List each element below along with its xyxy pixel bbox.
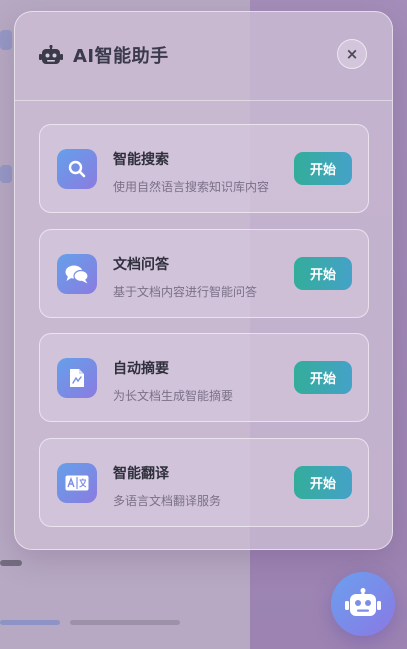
- background-blob: [70, 620, 180, 625]
- search-icon: [68, 160, 86, 178]
- start-button[interactable]: 开始: [294, 152, 352, 185]
- feature-card-search[interactable]: 智能搜索 使用自然语言搜索知识库内容 开始: [39, 124, 369, 213]
- start-button[interactable]: 开始: [294, 257, 352, 290]
- feature-icon-tile: [57, 254, 97, 294]
- feature-description: 多语言文档翻译服务: [113, 494, 222, 508]
- background-blob: [0, 165, 12, 183]
- feature-description: 基于文档内容进行智能问答: [113, 285, 258, 299]
- feature-description: 使用自然语言搜索知识库内容: [113, 180, 270, 194]
- close-button[interactable]: ×: [337, 39, 367, 69]
- feature-card-summary[interactable]: 自动摘要 为长文档生成智能摘要 开始: [39, 333, 369, 422]
- background-blob: [0, 560, 22, 566]
- robot-icon: [345, 588, 381, 616]
- start-button[interactable]: 开始: [294, 361, 352, 394]
- feature-icon-tile: [57, 463, 97, 503]
- feature-title: 文档问答: [113, 257, 169, 273]
- start-button[interactable]: 开始: [294, 466, 352, 499]
- feature-card-qa[interactable]: 文档问答 基于文档内容进行智能问答 开始: [39, 229, 369, 318]
- feature-title: 智能搜索: [113, 152, 169, 168]
- close-icon: ×: [345, 45, 359, 63]
- robot-icon: [39, 45, 63, 64]
- feature-description: 为长文档生成智能摘要: [113, 389, 234, 403]
- feature-card-translate[interactable]: 智能翻译 多语言文档翻译服务 开始: [39, 438, 369, 527]
- ai-assistant-panel: AI智能助手 × 智能搜索 使用自然语言搜索知识库内容 开始 文档问答 基于文档…: [14, 11, 393, 550]
- chat-bubbles-icon: [65, 265, 89, 284]
- panel-header: AI智能助手 ×: [15, 12, 392, 101]
- translate-icon: [65, 475, 89, 491]
- feature-title: 智能翻译: [113, 466, 169, 482]
- feature-icon-tile: [57, 149, 97, 189]
- feature-title: 自动摘要: [113, 361, 169, 377]
- feature-icon-tile: [57, 358, 97, 398]
- panel-title: AI智能助手: [73, 46, 169, 67]
- ai-assistant-fab[interactable]: [331, 572, 395, 636]
- document-icon: [70, 369, 84, 387]
- background-blob: [0, 620, 60, 625]
- background-blob: [0, 30, 12, 50]
